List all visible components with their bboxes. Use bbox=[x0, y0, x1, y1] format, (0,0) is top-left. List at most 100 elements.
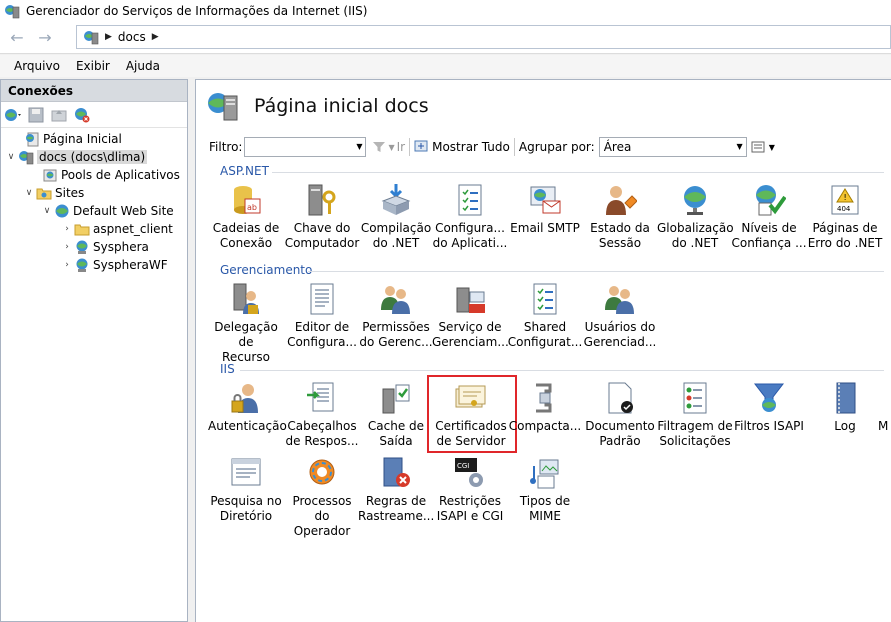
menu-ajuda[interactable]: Ajuda bbox=[118, 59, 168, 73]
web-app-icon bbox=[76, 258, 88, 272]
collapse-icon[interactable]: ∨ bbox=[5, 152, 17, 162]
feature-net-error-pages[interactable]: ! 404 Páginas de Erro do .NET bbox=[807, 183, 883, 263]
feature-feature-delegation[interactable]: Delegação de Recurso bbox=[208, 282, 284, 364]
connect-button[interactable] bbox=[3, 105, 23, 125]
features-panel: Página inicial docs Filtro: ▼ ▼ Ir Mostr… bbox=[195, 79, 891, 622]
forward-button[interactable]: → bbox=[32, 26, 58, 48]
feature-smtp-email[interactable]: Email SMTP bbox=[507, 183, 583, 263]
up-button[interactable] bbox=[49, 105, 69, 125]
group-label-iis: IIS bbox=[220, 362, 235, 376]
server-home-icon bbox=[208, 93, 238, 121]
isapi-cgi-restrictions-icon: CGI bbox=[455, 458, 483, 487]
feature-logging[interactable]: Log bbox=[807, 381, 883, 461]
feature-output-caching[interactable]: Cache de Saída bbox=[358, 381, 434, 461]
group-label-management: Gerenciamento bbox=[220, 263, 313, 277]
response-headers-icon bbox=[307, 382, 334, 412]
expand-icon[interactable]: › bbox=[61, 224, 73, 234]
tree-item-sites[interactable]: ∨ Sites bbox=[1, 184, 187, 202]
home-icon bbox=[26, 132, 39, 147]
feature-configuration-editor[interactable]: Editor de Configura... bbox=[284, 282, 360, 362]
connect-globe-icon bbox=[5, 108, 21, 121]
connections-panel: Conexões Página Inicial ∨ docs (docs\dli… bbox=[0, 79, 188, 622]
collapse-icon[interactable]: ∨ bbox=[23, 188, 35, 198]
filter-input[interactable]: ▼ bbox=[244, 137, 367, 157]
save-button[interactable] bbox=[26, 105, 46, 125]
feature-app-settings[interactable]: Configura... do Aplicati... bbox=[432, 183, 508, 263]
go-button[interactable]: ▼ Ir bbox=[372, 140, 405, 154]
feature-mime-types[interactable]: Tipos de MIME bbox=[507, 456, 583, 536]
trust-levels-icon bbox=[756, 185, 786, 216]
expand-icon[interactable]: › bbox=[61, 242, 73, 252]
authentication-icon bbox=[231, 384, 258, 413]
tree-item-label: Sysphera bbox=[93, 240, 149, 254]
menu-exibir[interactable]: Exibir bbox=[68, 59, 118, 73]
feature-net-globalization[interactable]: Globalização do .NET bbox=[657, 183, 734, 263]
connection-strings-icon: ab bbox=[234, 186, 261, 214]
tree-item-label: aspnet_client bbox=[93, 222, 173, 236]
funnel-icon bbox=[373, 142, 386, 152]
tree-item-label: Sites bbox=[55, 186, 85, 200]
feature-compression[interactable]: Compacta... bbox=[507, 381, 583, 461]
tree-item-sysphera[interactable]: › Sysphera bbox=[1, 238, 187, 256]
feature-worker-processes[interactable]: Processos do Operador bbox=[284, 456, 360, 538]
tree-item-app-pools[interactable]: Pools de Aplicativos bbox=[1, 166, 187, 184]
back-button[interactable]: ← bbox=[4, 26, 30, 48]
group-label-aspnet: ASP.NET bbox=[220, 164, 269, 178]
feature-shared-configuration[interactable]: Shared Configurat... bbox=[507, 282, 583, 362]
feature-isapi-cgi-restrictions[interactable]: CGI Restrições ISAPI e CGI bbox=[432, 456, 508, 536]
feature-management-service[interactable]: Serviço de Gerenciam... bbox=[432, 282, 509, 362]
feature-default-document[interactable]: Documento Padrão bbox=[582, 381, 658, 461]
tree-item-aspnet-client[interactable]: › aspnet_client bbox=[1, 220, 187, 238]
feature-session-state[interactable]: Estado da Sessão bbox=[582, 183, 658, 263]
svg-text:404: 404 bbox=[837, 205, 851, 213]
group-by-value: Área bbox=[603, 140, 632, 154]
menu-arquivo[interactable]: Arquivo bbox=[6, 59, 68, 73]
expand-icon[interactable]: › bbox=[61, 260, 73, 270]
worker-processes-icon bbox=[309, 459, 335, 485]
feature-net-compilation[interactable]: Compilação do .NET bbox=[358, 183, 434, 263]
tree-item-home[interactable]: Página Inicial bbox=[1, 130, 187, 148]
app-pool-icon bbox=[43, 169, 57, 182]
feature-manager-permissions[interactable]: Permissões do Gerenc... bbox=[358, 282, 434, 362]
feature-isapi-filters[interactable]: Filtros ISAPI bbox=[731, 381, 807, 461]
failed-request-tracing-icon bbox=[383, 457, 410, 487]
dropdown-arrow-icon: ▼ bbox=[768, 142, 775, 152]
disconnect-button[interactable] bbox=[72, 105, 92, 125]
feature-machine-key[interactable]: Chave do Computador bbox=[284, 183, 360, 263]
tree-item-label: docs (docs\dlima) bbox=[37, 150, 148, 164]
shared-configuration-icon bbox=[533, 283, 557, 315]
group-by-select[interactable]: Área ▼ bbox=[598, 137, 747, 157]
breadcrumb-docs[interactable]: docs bbox=[118, 30, 146, 44]
feature-directory-browsing[interactable]: Pesquisa no Diretório bbox=[208, 456, 284, 536]
dropdown-arrow-icon: ▼ bbox=[388, 142, 395, 152]
feature-failed-request-tracing[interactable]: Regras de Rastreame... bbox=[358, 456, 434, 536]
window-title: Gerenciador do Serviços de Informações d… bbox=[26, 4, 368, 18]
feature-authentication[interactable]: Autenticação bbox=[208, 381, 287, 461]
forward-arrow-icon: → bbox=[38, 27, 52, 47]
logging-icon bbox=[836, 382, 856, 414]
save-icon bbox=[28, 107, 44, 122]
directory-browsing-icon bbox=[231, 458, 261, 486]
view-mode-button[interactable]: ▼ bbox=[751, 140, 775, 154]
feature-manager-users[interactable]: Usuários do Gerenciad... bbox=[582, 282, 658, 362]
show-all-button[interactable]: Mostrar Tudo bbox=[414, 140, 510, 154]
tree-item-syspherawf[interactable]: › SyspheraWF bbox=[1, 256, 187, 274]
feature-trust-levels[interactable]: Níveis de Confiança ... bbox=[731, 183, 807, 263]
compression-icon bbox=[536, 383, 552, 413]
feature-http-response-headers[interactable]: Cabeçalhos de Respos... bbox=[284, 381, 360, 461]
tree-item-default-web-site[interactable]: ∨ Default Web Site bbox=[1, 202, 187, 220]
breadcrumb-chevron-icon[interactable]: ▶ bbox=[152, 32, 159, 42]
feature-request-filtering[interactable]: Filtragem de Solicitações bbox=[657, 381, 733, 461]
feature-delegation-icon bbox=[233, 283, 259, 314]
collapse-icon[interactable]: ∨ bbox=[41, 206, 53, 216]
address-bar[interactable]: ▶ docs ▶ bbox=[76, 25, 891, 49]
feature-partial-m[interactable]: M bbox=[878, 381, 891, 461]
tree-item-docs[interactable]: ∨ docs (docs\dlima) bbox=[1, 148, 187, 166]
sites-folder-icon bbox=[36, 188, 52, 200]
folder-icon bbox=[74, 224, 90, 236]
connections-header: Conexões bbox=[1, 80, 187, 102]
session-state-icon bbox=[606, 186, 637, 215]
web-app-icon bbox=[76, 240, 88, 254]
disconnect-icon bbox=[75, 107, 90, 122]
feature-connection-strings[interactable]: ab Cadeias de Conexão bbox=[208, 183, 284, 263]
